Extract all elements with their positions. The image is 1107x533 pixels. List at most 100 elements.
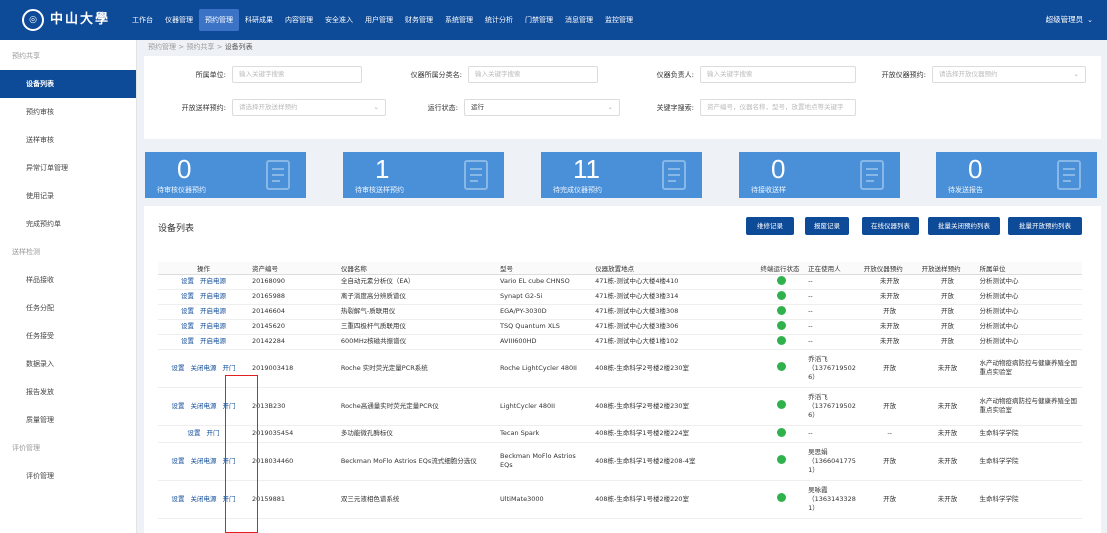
breadcrumb-current: 设备列表 <box>224 43 253 51</box>
nav-item[interactable]: 预约管理 <box>199 9 239 31</box>
row-action-link[interactable]: 开门 <box>222 495 235 503</box>
card-label: 待审核仪器预约 <box>157 186 206 194</box>
row-action-link[interactable]: 设置 <box>181 277 194 285</box>
column-header[interactable]: 仪器名称 <box>337 262 498 275</box>
university-logo[interactable]: ◎ 中山大學 <box>22 8 110 32</box>
sidebar-item-evaluation[interactable]: 评价管理 <box>0 462 136 490</box>
row-action-link[interactable]: 关闭电源 <box>190 495 216 503</box>
nav-item[interactable]: 财务管理 <box>399 9 439 31</box>
column-header[interactable]: 终端运行状态 <box>757 262 806 275</box>
column-header[interactable]: 开放送样预约 <box>918 262 977 275</box>
sidebar-item-booking-review[interactable]: 预约审核 <box>0 98 136 126</box>
open-booking-select[interactable]: 请选择开放仪器预约 ⌄ <box>932 66 1086 83</box>
device-name[interactable]: 全自动元素分析仪（EA） <box>337 274 498 290</box>
breadcrumb-link[interactable]: 预约管理 <box>148 43 176 51</box>
column-header[interactable]: 资产编号 <box>248 262 338 275</box>
row-action-link[interactable]: 关闭电源 <box>190 457 216 465</box>
column-header[interactable]: 操作 <box>158 262 249 275</box>
row-action-link[interactable]: 设置 <box>171 457 184 465</box>
device-location: 408栋-生命科学2号楼2楼230室 <box>592 387 758 426</box>
summary-card[interactable]: 11 待完成仪器预约 <box>541 152 702 198</box>
nav-item[interactable]: 安全准入 <box>319 9 359 31</box>
sidebar-item-task-accept[interactable]: 任务接受 <box>0 322 136 350</box>
keyword-filter: 关键字搜索: 资产编号，仪器名称，型号，放置地点等关键字 <box>636 99 856 116</box>
nav-item[interactable]: 统计分析 <box>479 9 519 31</box>
row-action-link[interactable]: 关闭电源 <box>190 364 216 372</box>
batch-open-button[interactable]: 批量开放预约列表 <box>1008 217 1082 235</box>
owner-input[interactable]: 输入关键字搜索 <box>700 66 856 83</box>
row-action-link[interactable]: 开启电源 <box>200 322 226 330</box>
row-action-link[interactable]: 开启电源 <box>200 307 226 315</box>
sidebar-item-usage-records[interactable]: 使用记录 <box>0 182 136 210</box>
batch-close-button[interactable]: 批量关闭预约列表 <box>928 217 1000 235</box>
device-name[interactable]: 三重四极杆气质联用仪 <box>337 319 498 335</box>
sample-booking-select[interactable]: 请选择开放送样预约 ⌄ <box>232 99 386 116</box>
breadcrumb-link[interactable]: 预约共享 <box>186 43 214 51</box>
nav-item[interactable]: 科研成果 <box>239 9 279 31</box>
device-name[interactable]: 热裂解气-质联用仪 <box>337 304 498 320</box>
row-action-link[interactable]: 设置 <box>181 337 194 345</box>
asset-number: 20142284 <box>248 334 338 350</box>
column-header[interactable]: 仪器放置地点 <box>592 262 758 275</box>
sidebar-item-completed-orders[interactable]: 完成预约单 <box>0 210 136 238</box>
device-name[interactable]: Beckman MoFlo Astrios EQs流式细胞分选仪 <box>337 442 498 481</box>
online-devices-button[interactable]: 在线仪器列表 <box>862 217 919 235</box>
nav-item[interactable]: 消息管理 <box>559 9 599 31</box>
column-header[interactable]: 型号 <box>497 262 593 275</box>
row-action-link[interactable]: 设置 <box>181 322 194 330</box>
nav-item[interactable]: 用户管理 <box>359 9 399 31</box>
row-action-link[interactable]: 开门 <box>206 429 219 437</box>
column-header[interactable]: 所属单位 <box>976 262 1082 275</box>
device-name[interactable]: Roche 实时荧光定量PCR系统 <box>337 349 498 388</box>
row-action-link[interactable]: 设置 <box>171 402 184 410</box>
user-menu[interactable]: 超级管理员 ⌄ <box>1046 14 1093 25</box>
nav-item[interactable]: 仪器管理 <box>159 9 199 31</box>
category-input[interactable]: 输入关键字搜索 <box>468 66 598 83</box>
row-action-link[interactable]: 开启电源 <box>200 292 226 300</box>
category-label: 仪器所属分类名: <box>410 70 462 79</box>
sidebar-item-quality[interactable]: 质量管理 <box>0 406 136 434</box>
summary-card[interactable]: 0 待审核仪器预约 <box>145 152 306 198</box>
repair-records-button[interactable]: 维修记录 <box>746 217 794 235</box>
row-action-link[interactable]: 设置 <box>181 307 194 315</box>
device-name[interactable]: 双三元液相色谱系统 <box>337 480 498 519</box>
unit-input[interactable]: 输入关键字搜索 <box>232 66 362 83</box>
scrap-records-button[interactable]: 报废记录 <box>805 217 849 235</box>
row-action-link[interactable]: 设置 <box>171 495 184 503</box>
summary-card[interactable]: 0 待接收送样 <box>739 152 900 198</box>
row-action-link[interactable]: 设置 <box>171 364 184 372</box>
row-action-link[interactable]: 开门 <box>222 402 235 410</box>
summary-card[interactable]: 1 待审核送样预约 <box>343 152 504 198</box>
device-name[interactable]: 600MHz核磁共振谱仪 <box>337 334 498 350</box>
status-label: 运行状态: <box>427 103 458 112</box>
sidebar-item-abnormal-orders[interactable]: 异常订单管理 <box>0 154 136 182</box>
row-action-link[interactable]: 开启电源 <box>200 337 226 345</box>
sidebar-item-task-assign[interactable]: 任务分配 <box>0 294 136 322</box>
device-list-panel: 设备列表 维修记录 报废记录 在线仪器列表 批量关闭预约列表 批量开放预约列表 … <box>144 206 1101 533</box>
nav-item[interactable]: 系统管理 <box>439 9 479 31</box>
nav-item[interactable]: 门禁管理 <box>519 9 559 31</box>
sidebar-item-sample-review[interactable]: 送样审核 <box>0 126 136 154</box>
sidebar-item-data-entry[interactable]: 数据录入 <box>0 350 136 378</box>
keyword-input[interactable]: 资产编号，仪器名称，型号，放置地点等关键字 <box>700 99 856 116</box>
nav-item[interactable]: 工作台 <box>126 9 159 31</box>
row-action-link[interactable]: 关闭电源 <box>190 402 216 410</box>
sidebar-item-sample-receive[interactable]: 样品接收 <box>0 266 136 294</box>
device-name[interactable]: Roche高通量实时荧光定量PCR仪 <box>337 387 498 426</box>
nav-item[interactable]: 监控管理 <box>599 9 639 31</box>
column-header[interactable]: 正在使用人 <box>805 262 861 275</box>
row-action-link[interactable]: 开门 <box>222 457 235 465</box>
sidebar-item-report-issue[interactable]: 报告发放 <box>0 378 136 406</box>
row-action-link[interactable]: 设置 <box>181 292 194 300</box>
status-select[interactable]: 运行 ⌄ <box>464 99 620 116</box>
column-header[interactable]: 开放仪器预约 <box>860 262 919 275</box>
nav-item[interactable]: 内容管理 <box>279 9 319 31</box>
summary-card[interactable]: 0 待发送报告 <box>936 152 1097 198</box>
sidebar-item-device-list[interactable]: 设备列表 <box>0 70 136 98</box>
row-action-link[interactable]: 开启电源 <box>200 277 226 285</box>
row-action-link[interactable]: 设置 <box>187 429 200 437</box>
device-name[interactable]: 多功能微孔酶标仪 <box>337 425 498 443</box>
device-name[interactable]: 离子淌度高分辨质谱仪 <box>337 289 498 305</box>
row-action-link[interactable]: 开门 <box>222 364 235 372</box>
document-icon <box>860 160 884 190</box>
